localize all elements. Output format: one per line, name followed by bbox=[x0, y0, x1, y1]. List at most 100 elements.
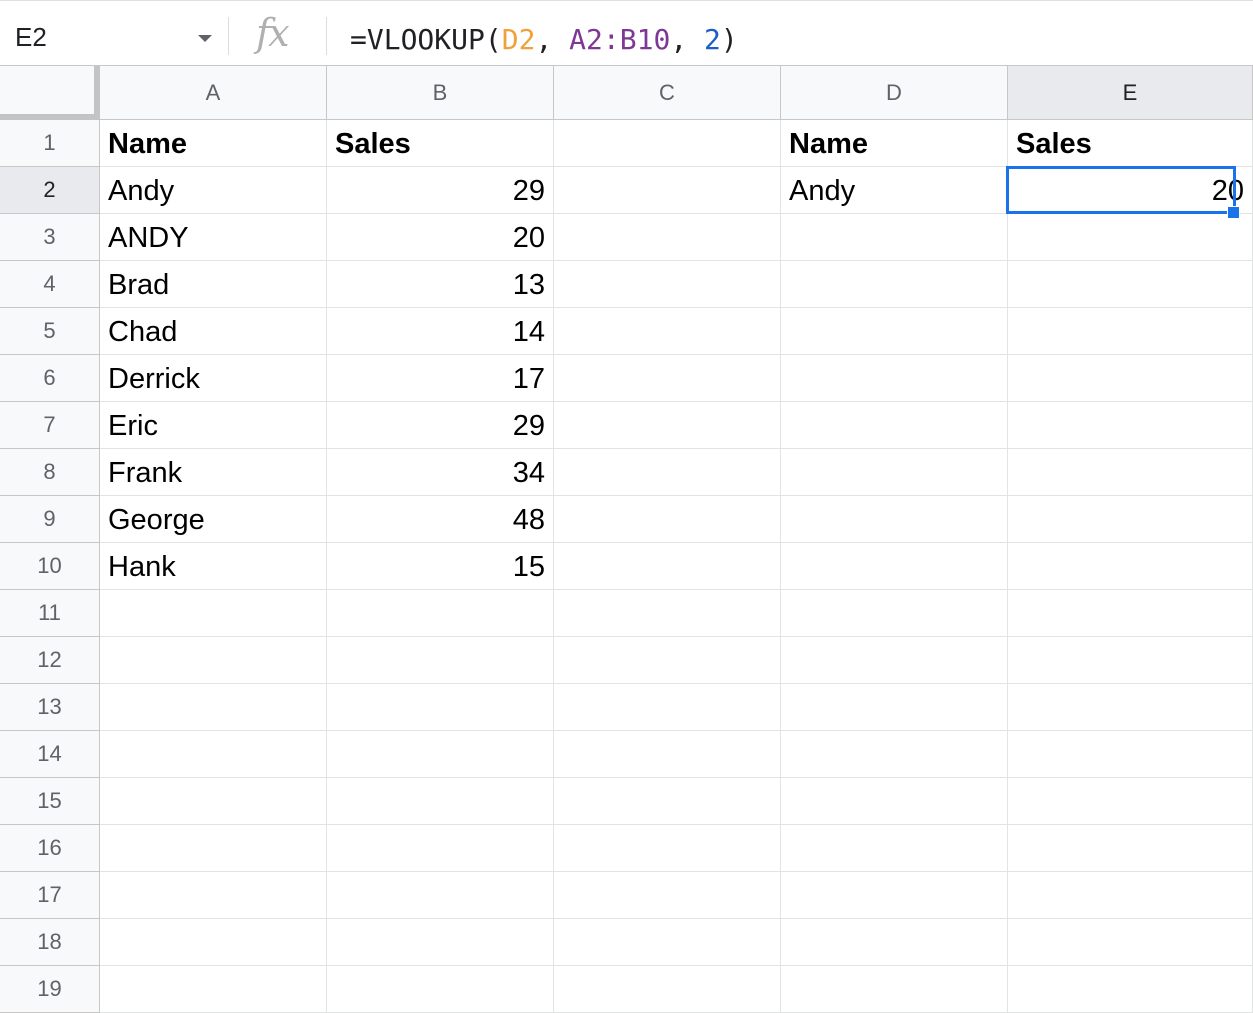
cell-b2[interactable]: 29 bbox=[327, 167, 554, 214]
row-header-2[interactable]: 2 bbox=[0, 167, 100, 214]
row-header-18[interactable]: 18 bbox=[0, 919, 100, 966]
column-header-d[interactable]: D bbox=[781, 66, 1008, 120]
cell-b16[interactable] bbox=[327, 825, 554, 872]
cell-b15[interactable] bbox=[327, 778, 554, 825]
cell-a17[interactable] bbox=[100, 872, 327, 919]
cell-a16[interactable] bbox=[100, 825, 327, 872]
row-header-15[interactable]: 15 bbox=[0, 778, 100, 825]
cell-c14[interactable] bbox=[554, 731, 781, 778]
cell-b12[interactable] bbox=[327, 637, 554, 684]
cell-d19[interactable] bbox=[781, 966, 1008, 1013]
cell-e11[interactable] bbox=[1008, 590, 1253, 637]
cell-c5[interactable] bbox=[554, 308, 781, 355]
row-header-4[interactable]: 4 bbox=[0, 261, 100, 308]
cell-d5[interactable] bbox=[781, 308, 1008, 355]
cell-e12[interactable] bbox=[1008, 637, 1253, 684]
column-header-a[interactable]: A bbox=[100, 66, 327, 120]
cell-e6[interactable] bbox=[1008, 355, 1253, 402]
cell-b19[interactable] bbox=[327, 966, 554, 1013]
cell-c17[interactable] bbox=[554, 872, 781, 919]
select-all-corner[interactable] bbox=[0, 66, 100, 120]
cell-c1[interactable] bbox=[554, 120, 781, 167]
cell-b17[interactable] bbox=[327, 872, 554, 919]
cell-d8[interactable] bbox=[781, 449, 1008, 496]
cell-c8[interactable] bbox=[554, 449, 781, 496]
row-header-10[interactable]: 10 bbox=[0, 543, 100, 590]
row-header-1[interactable]: 1 bbox=[0, 120, 100, 167]
cell-c7[interactable] bbox=[554, 402, 781, 449]
row-header-19[interactable]: 19 bbox=[0, 966, 100, 1013]
row-header-5[interactable]: 5 bbox=[0, 308, 100, 355]
cell-a3[interactable]: ANDY bbox=[100, 214, 327, 261]
cell-b8[interactable]: 34 bbox=[327, 449, 554, 496]
cell-e16[interactable] bbox=[1008, 825, 1253, 872]
cell-d14[interactable] bbox=[781, 731, 1008, 778]
cell-b1[interactable]: Sales bbox=[327, 120, 554, 167]
cell-b5[interactable]: 14 bbox=[327, 308, 554, 355]
row-header-6[interactable]: 6 bbox=[0, 355, 100, 402]
cell-c9[interactable] bbox=[554, 496, 781, 543]
name-box-dropdown-icon[interactable] bbox=[198, 35, 212, 42]
cell-e8[interactable] bbox=[1008, 449, 1253, 496]
row-header-16[interactable]: 16 bbox=[0, 825, 100, 872]
cell-e1[interactable]: Sales bbox=[1008, 120, 1253, 167]
cell-d13[interactable] bbox=[781, 684, 1008, 731]
cell-a19[interactable] bbox=[100, 966, 327, 1013]
cell-e18[interactable] bbox=[1008, 919, 1253, 966]
cell-c13[interactable] bbox=[554, 684, 781, 731]
cell-a12[interactable] bbox=[100, 637, 327, 684]
cell-d4[interactable] bbox=[781, 261, 1008, 308]
cell-a5[interactable]: Chad bbox=[100, 308, 327, 355]
row-header-9[interactable]: 9 bbox=[0, 496, 100, 543]
cell-c11[interactable] bbox=[554, 590, 781, 637]
column-header-c[interactable]: C bbox=[554, 66, 781, 120]
row-header-17[interactable]: 17 bbox=[0, 872, 100, 919]
cell-a18[interactable] bbox=[100, 919, 327, 966]
cell-d16[interactable] bbox=[781, 825, 1008, 872]
cell-e4[interactable] bbox=[1008, 261, 1253, 308]
cell-b4[interactable]: 13 bbox=[327, 261, 554, 308]
cell-c15[interactable] bbox=[554, 778, 781, 825]
cell-e10[interactable] bbox=[1008, 543, 1253, 590]
cell-c10[interactable] bbox=[554, 543, 781, 590]
row-header-13[interactable]: 13 bbox=[0, 684, 100, 731]
cell-c18[interactable] bbox=[554, 919, 781, 966]
row-header-12[interactable]: 12 bbox=[0, 637, 100, 684]
cell-c12[interactable] bbox=[554, 637, 781, 684]
cell-d9[interactable] bbox=[781, 496, 1008, 543]
cell-e19[interactable] bbox=[1008, 966, 1253, 1013]
fill-handle[interactable] bbox=[1227, 206, 1240, 219]
cell-b13[interactable] bbox=[327, 684, 554, 731]
cell-a13[interactable] bbox=[100, 684, 327, 731]
cell-e2[interactable]: 20 bbox=[1008, 167, 1253, 214]
cell-b11[interactable] bbox=[327, 590, 554, 637]
cell-e13[interactable] bbox=[1008, 684, 1253, 731]
row-header-7[interactable]: 7 bbox=[0, 402, 100, 449]
cell-a11[interactable] bbox=[100, 590, 327, 637]
cell-d15[interactable] bbox=[781, 778, 1008, 825]
row-header-3[interactable]: 3 bbox=[0, 214, 100, 261]
cell-d7[interactable] bbox=[781, 402, 1008, 449]
cell-a2[interactable]: Andy bbox=[100, 167, 327, 214]
cell-b3[interactable]: 20 bbox=[327, 214, 554, 261]
cell-d2[interactable]: Andy bbox=[781, 167, 1008, 214]
row-header-8[interactable]: 8 bbox=[0, 449, 100, 496]
cell-e14[interactable] bbox=[1008, 731, 1253, 778]
cell-e5[interactable] bbox=[1008, 308, 1253, 355]
cell-e3[interactable] bbox=[1008, 214, 1253, 261]
cell-b10[interactable]: 15 bbox=[327, 543, 554, 590]
cell-e15[interactable] bbox=[1008, 778, 1253, 825]
cell-a8[interactable]: Frank bbox=[100, 449, 327, 496]
name-box[interactable]: E2 bbox=[0, 13, 225, 57]
cell-d18[interactable] bbox=[781, 919, 1008, 966]
column-header-b[interactable]: B bbox=[327, 66, 554, 120]
cell-d10[interactable] bbox=[781, 543, 1008, 590]
column-header-e[interactable]: E bbox=[1008, 66, 1253, 120]
cell-d11[interactable] bbox=[781, 590, 1008, 637]
row-header-14[interactable]: 14 bbox=[0, 731, 100, 778]
cell-b6[interactable]: 17 bbox=[327, 355, 554, 402]
cell-b18[interactable] bbox=[327, 919, 554, 966]
row-header-11[interactable]: 11 bbox=[0, 590, 100, 637]
cell-c3[interactable] bbox=[554, 214, 781, 261]
cell-d12[interactable] bbox=[781, 637, 1008, 684]
